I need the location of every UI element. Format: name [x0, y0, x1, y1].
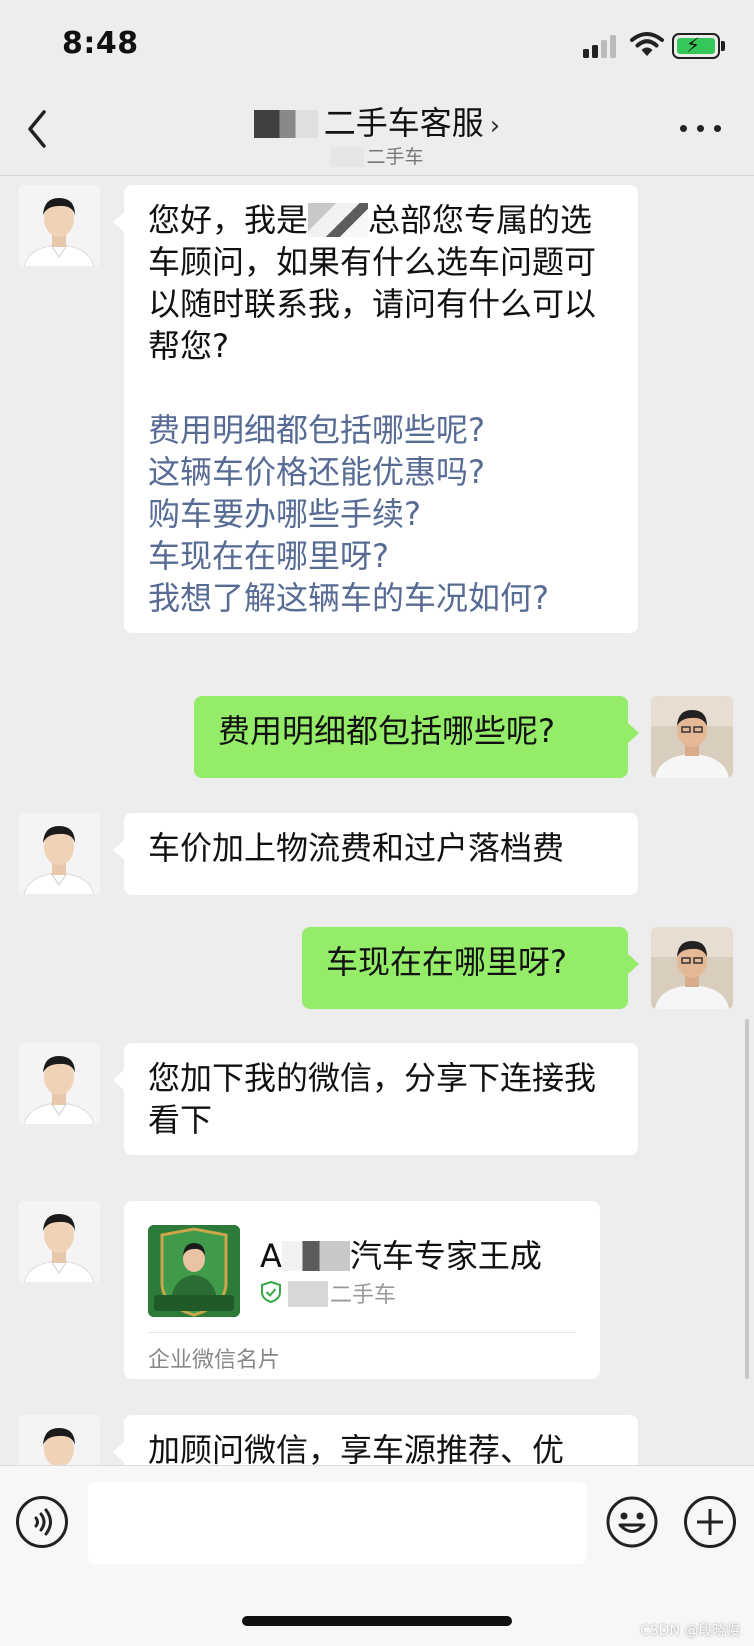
- scrollbar[interactable]: [745, 1019, 749, 1379]
- quick-question-link[interactable]: 购车要办哪些手续?: [148, 493, 614, 535]
- agent-avatar[interactable]: [18, 1201, 100, 1283]
- agent-avatar[interactable]: [18, 1043, 100, 1125]
- message-bubble-outgoing[interactable]: 费用明细都包括哪些呢?: [194, 696, 639, 778]
- redacted-mosaic: [281, 1241, 350, 1271]
- contact-card-avatar: [148, 1225, 240, 1317]
- contact-card-type: 企业微信名片: [148, 1348, 281, 1373]
- quick-question-link[interactable]: 这辆车价格还能优惠吗?: [148, 451, 614, 493]
- chat-header: 二手车客服 › 二手车: [0, 90, 754, 176]
- chevron-right-icon: ›: [489, 111, 501, 141]
- quick-question-link[interactable]: 我想了解这辆车的车况如何?: [148, 577, 614, 619]
- status-bar: 8:48 ⚡: [0, 0, 754, 90]
- message-text: 您好，我是 总部您专属的选车顾问，如果有什么选车问题可以随时联系我，请问有什么可以…: [148, 201, 597, 365]
- agent-avatar[interactable]: [18, 1415, 100, 1465]
- quick-question-link[interactable]: 车现在在哪里呀?: [148, 535, 614, 577]
- agent-avatar[interactable]: [18, 813, 100, 895]
- verified-shield-icon: [261, 1281, 281, 1303]
- redacted-mosaic: [288, 1281, 328, 1307]
- redacted-mosaic: [253, 110, 318, 138]
- redacted-mosaic: [308, 203, 369, 237]
- message-text: 费用明细都包括哪些呢?: [218, 712, 555, 750]
- message-text: 车价加上物流费和过户落档费: [148, 829, 565, 867]
- status-time: 8:48: [62, 26, 139, 61]
- card-divider: [148, 1332, 576, 1333]
- message-bubble-incoming[interactable]: 车价加上物流费和过户落档费: [113, 813, 638, 895]
- agent-avatar[interactable]: [18, 185, 100, 267]
- message-text: 车现在在哪里呀?: [326, 943, 567, 981]
- emoji-icon[interactable]: [606, 1496, 658, 1548]
- message-input[interactable]: [88, 1482, 586, 1564]
- chat-subtitle: 二手车: [366, 146, 424, 168]
- message-text: 您加下我的微信，分享下连接我看下: [148, 1059, 597, 1139]
- voice-icon[interactable]: [16, 1496, 68, 1548]
- more-dots-icon[interactable]: [680, 122, 722, 136]
- message-bubble-incoming[interactable]: 您好，我是 总部您专属的选车顾问，如果有什么选车问题可以随时联系我，请问有什么可以…: [113, 185, 638, 633]
- message-bubble-incoming[interactable]: 您加下我的微信，分享下连接我看下: [113, 1043, 638, 1155]
- home-indicator[interactable]: [242, 1616, 512, 1626]
- user-avatar[interactable]: [651, 927, 733, 1009]
- watermark: CSDN @段晓慢: [640, 1623, 741, 1639]
- message-bubble-incoming[interactable]: 加顾问微信，享车源推荐、优: [113, 1415, 638, 1465]
- message-bubble-outgoing[interactable]: 车现在在哪里呀?: [302, 927, 639, 1009]
- signal-icon: [583, 34, 619, 58]
- quick-question-link[interactable]: 费用明细都包括哪些呢?: [148, 409, 614, 451]
- battery-tip: [721, 41, 725, 51]
- contact-card-name: A 汽车专家王成: [260, 1237, 542, 1275]
- chat-subtitle-wrap: 二手车: [0, 142, 754, 169]
- battery-charging-icon: ⚡: [672, 33, 720, 59]
- plus-icon[interactable]: [684, 1496, 736, 1548]
- chat-title-button[interactable]: 二手车客服 ›: [0, 98, 754, 144]
- contact-card-org: 二手车: [288, 1277, 396, 1309]
- redacted-mosaic: [330, 147, 365, 167]
- chat-title: 二手车客服: [323, 104, 484, 142]
- message-text: 加顾问微信，享车源推荐、优: [148, 1431, 565, 1465]
- wifi-icon: [630, 32, 664, 56]
- contact-card[interactable]: A 汽车专家王成 二手车 企业微信名片: [124, 1201, 600, 1379]
- user-avatar[interactable]: [651, 696, 733, 778]
- chat-message-list[interactable]: 您好，我是 总部您专属的选车顾问，如果有什么选车问题可以随时联系我，请问有什么可以…: [0, 177, 754, 1465]
